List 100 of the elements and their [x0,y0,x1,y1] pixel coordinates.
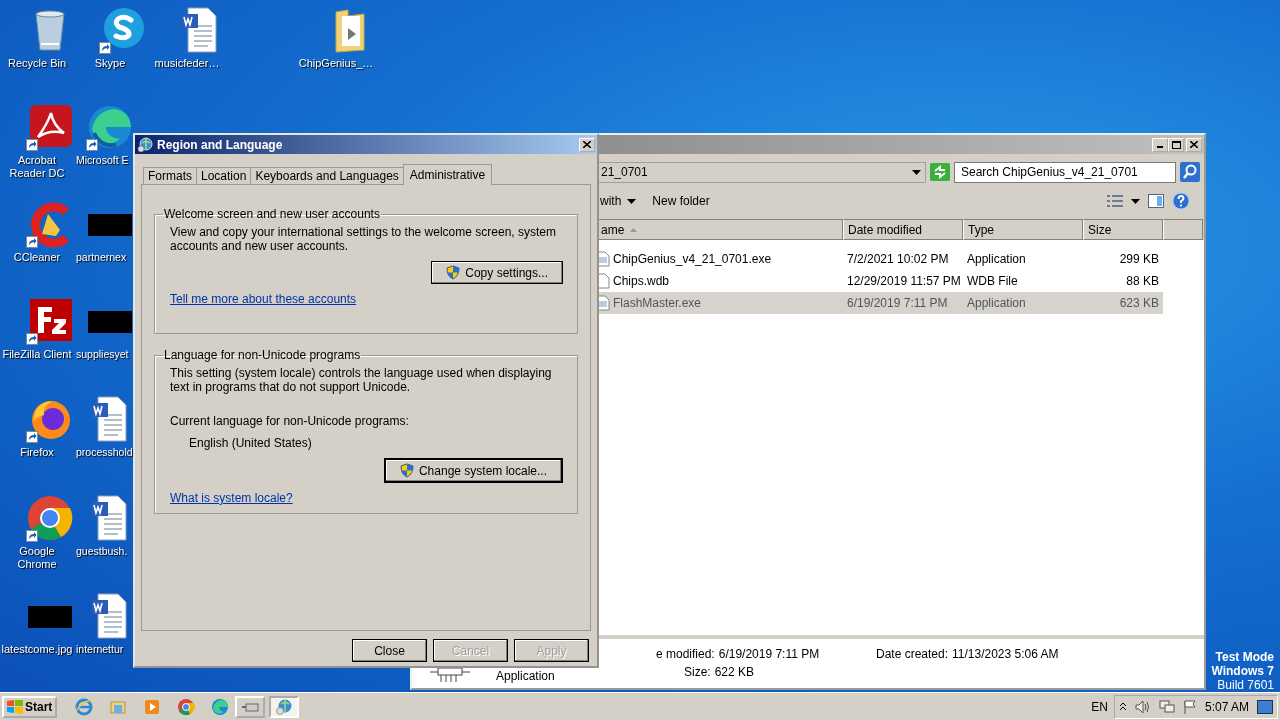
header-filler [1163,219,1203,240]
icon-label: Acrobat Reader DC [8,154,66,180]
edge-icon[interactable] [86,103,134,151]
column-header[interactable]: Date modified [843,219,963,240]
detail-label: e modified: [656,647,715,663]
tab[interactable]: Formats [143,167,197,184]
shortcut-arrow-icon [26,431,38,443]
refresh-icon[interactable] [930,163,950,181]
shortcut-arrow-icon [86,139,98,151]
dropdown-caret-icon [627,198,637,204]
volume-icon[interactable] [1134,699,1151,714]
chevron-up-icon[interactable] [1118,701,1127,712]
icon-label: Skype [94,57,126,70]
file-row[interactable]: FlashMaster.exe 6/19/2019 7:11 PM Application 623 KB [596,292,1163,314]
shortcut-arrow-icon [26,139,38,151]
icon-label: Microsoft E [75,154,129,167]
icon-label: Recycle Bin [7,57,67,70]
taskbar-button[interactable] [235,695,266,718]
file-type: Application [496,668,556,683]
close-button[interactable] [1186,137,1202,152]
column-header[interactable]: Type [963,219,1083,240]
globe-icon [137,136,153,153]
flag-icon[interactable] [1182,699,1197,714]
icon-label: guestbush. [75,545,128,558]
help-icon[interactable] [1172,192,1190,210]
file-type: Application [966,296,1027,310]
pdf-icon[interactable] [26,103,74,151]
icon-label: internettur [75,643,124,656]
os-notice-text: Build 7601 [1217,678,1274,692]
help-link[interactable]: What is system locale? [170,491,293,505]
skype-icon[interactable] [99,6,147,54]
search-icon[interactable] [1180,162,1200,182]
help-link[interactable]: Tell me more about these accounts [170,292,357,306]
os-notice-text: Test Mode [1215,650,1274,664]
close-button[interactable] [579,137,595,152]
icon-label: suppliesyet [75,348,129,361]
toolbar-button[interactable]: with [598,194,643,208]
preview-pane-icon[interactable] [1148,194,1164,208]
language-indicator[interactable]: EN [1091,699,1108,714]
icon-label: musicfeder… [154,57,220,70]
shield-button[interactable]: Copy settings... [431,261,563,284]
window-title: Region and Language [157,137,284,152]
file-date: 7/2/2021 10:02 PM [846,252,950,266]
chrome-icon[interactable] [177,697,196,716]
setting-label: Current language for non-Unicode programs: [170,414,410,428]
file-name: ChipGenius_v4_21_0701.exe [613,252,772,266]
detail-label: Size: [684,665,711,681]
clock[interactable]: 5:07 AM [1204,699,1249,714]
shortcut-arrow-icon [26,530,38,542]
file-size: 299 KB [1118,252,1160,266]
file-date: 12/29/2019 11:57 PM [846,274,962,288]
minimize-button[interactable] [1152,137,1168,152]
shortcut-arrow-icon [26,236,38,248]
shield-button[interactable]: Change system locale... [383,458,563,483]
toolbar-button[interactable]: New folder [650,194,716,208]
file-size: 623 KB [1118,296,1160,310]
detail-value: 11/13/2023 5:06 AM [952,647,1059,663]
start-button[interactable]: Start [2,695,58,718]
column-header[interactable]: Size [1083,219,1163,240]
icon-label: latestcome.jpg [1,643,73,656]
detail-label: Date created: [876,647,949,663]
tab[interactable]: Administrative [402,164,493,185]
file-type: Application [966,252,1027,266]
address-text: 21_0701 [601,165,648,179]
dropdown-caret-icon [912,169,921,175]
group-title: Language for non-Unicode programs [163,348,362,362]
icon-label: partnernex [75,251,127,264]
chrome-icon[interactable] [26,494,74,542]
detail-value: 622 KB [714,665,755,681]
os-notice-text: Windows 7 [1211,664,1274,678]
shortcut-arrow-icon [99,42,111,54]
view-options-icon[interactable] [1107,195,1123,207]
shield-icon [399,463,414,478]
maximize-button[interactable] [1168,137,1184,152]
icon-label: Google Chrome [16,545,58,571]
file-name: FlashMaster.exe [613,296,702,310]
description-text: View and copy your international settings to the welcome screen, system accounts and new user accounts. [170,225,557,253]
windows-logo-icon [7,699,23,714]
file-type: WDB File [966,274,1019,288]
file-date: 6/19/2019 7:11 PM [846,296,949,310]
dialog-button[interactable]: Close [352,639,427,662]
globe-icon [275,697,294,716]
show-desktop-icon[interactable] [1257,699,1273,714]
close-icon [583,141,591,148]
taskbar-button[interactable] [269,695,300,718]
chip-icon [430,667,470,683]
search-field[interactable]: Search ChipGenius_v4_21_0701 [954,161,1176,183]
icon-label: CCleaner [13,251,61,264]
network-icon[interactable] [1158,699,1175,714]
maximize-icon [1171,140,1181,149]
close-icon [1190,141,1198,148]
address-bar[interactable]: 21_0701 [598,161,926,183]
file-name: Chips.wdb [613,274,670,288]
icon-label: ChipGenius_… [298,57,374,70]
tab[interactable]: Keyboards and Languages [250,167,404,184]
column-header[interactable]: ame [596,219,843,240]
shield-icon [446,265,461,280]
dropdown-caret-icon[interactable] [1131,198,1140,204]
file-size: 88 KB [1125,274,1160,288]
filezilla-icon[interactable] [26,297,74,345]
